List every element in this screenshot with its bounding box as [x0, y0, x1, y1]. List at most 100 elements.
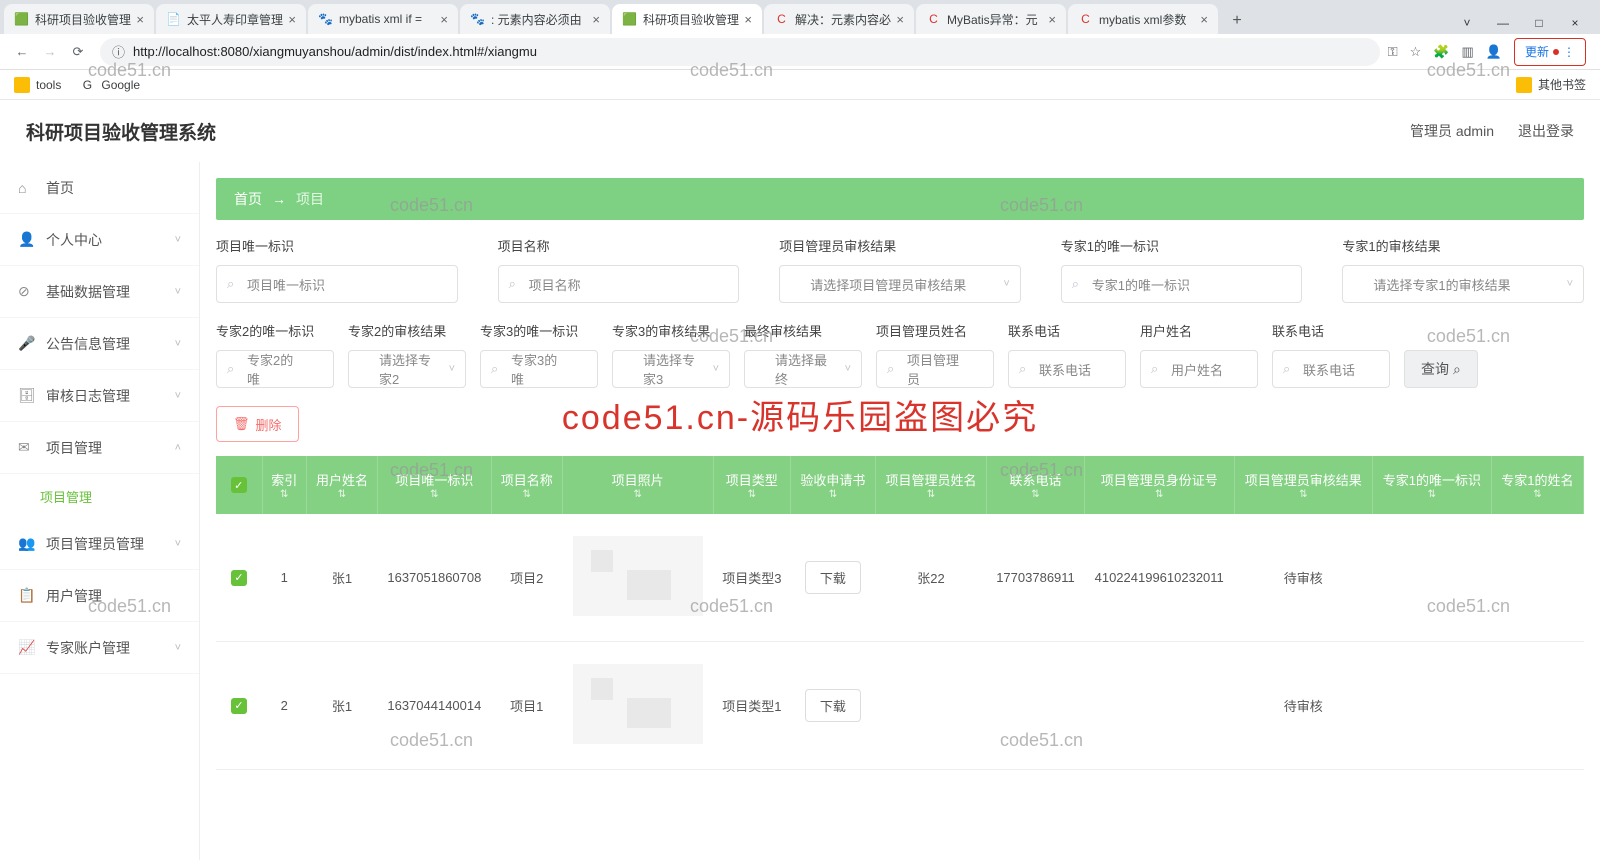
- sort-icon: ⇅: [386, 489, 483, 500]
- table-header[interactable]: 专家1的唯一标识⇅: [1372, 456, 1491, 514]
- extension-icon[interactable]: 🧩: [1433, 44, 1449, 60]
- download-button[interactable]: 下载: [805, 689, 861, 722]
- chevron-down-icon: ˅: [175, 234, 181, 246]
- forward-button[interactable]: →: [36, 38, 64, 66]
- table-header[interactable]: 用户姓名⇅: [306, 456, 377, 514]
- filter-input[interactable]: ⌕专家3的唯: [480, 350, 598, 388]
- filter-select[interactable]: 请选择专家2˅: [348, 350, 466, 388]
- app-title: 科研项目验收管理系统: [26, 118, 216, 145]
- search-button[interactable]: 查询 ⌕: [1404, 350, 1478, 388]
- sidebar-item[interactable]: 👥项目管理员管理˅: [0, 518, 199, 570]
- sidebar-item[interactable]: ✉项目管理˄: [0, 422, 199, 474]
- sort-icon: ⇅: [315, 489, 369, 500]
- close-icon[interactable]: ×: [136, 12, 144, 27]
- table-header[interactable]: 项目管理员身份证号⇅: [1084, 456, 1234, 514]
- close-icon[interactable]: ×: [288, 12, 296, 27]
- table-header[interactable]: 索引⇅: [262, 456, 306, 514]
- logout-link[interactable]: 退出登录: [1518, 121, 1574, 141]
- browser-tab[interactable]: CMyBatis异常：元×: [916, 4, 1066, 34]
- sidebar-item[interactable]: 📈专家账户管理˅: [0, 622, 199, 674]
- star-icon[interactable]: ☆: [1410, 44, 1422, 60]
- delete-button[interactable]: 🗑删除: [216, 406, 299, 442]
- url-input[interactable]: ⓘhttp://localhost:8080/xiangmuyanshou/ad…: [100, 38, 1380, 66]
- tab-dropdown-icon[interactable]: ˅: [1460, 16, 1474, 30]
- chevron-down-icon: ˅: [175, 338, 181, 350]
- filter-input[interactable]: ⌕项目名称: [498, 265, 740, 303]
- browser-tab[interactable]: 📄太平人寿印章管理×: [156, 4, 306, 34]
- sidebar-item[interactable]: 🗄审核日志管理˅: [0, 370, 199, 422]
- table-header[interactable]: 项目管理员审核结果⇅: [1234, 456, 1372, 514]
- search-icon: ⌕: [1151, 361, 1158, 377]
- browser-tab[interactable]: C解决：元素内容必×: [764, 4, 914, 34]
- filter-input[interactable]: ⌕联系电话: [1272, 350, 1390, 388]
- sort-icon: ⇅: [722, 489, 783, 500]
- close-icon[interactable]: ×: [1200, 12, 1208, 27]
- filter-select[interactable]: 请选择项目管理员审核结果˅: [779, 265, 1021, 303]
- table-header[interactable]: 联系电话⇅: [987, 456, 1085, 514]
- download-button[interactable]: 下载: [805, 561, 861, 594]
- current-user: 管理员 admin: [1410, 121, 1494, 141]
- sort-icon: ⇅: [500, 489, 554, 500]
- filter-select[interactable]: 请选择最终˅: [744, 350, 862, 388]
- table-header[interactable]: 项目管理员姓名⇅: [875, 456, 986, 514]
- search-icon: ⌕: [887, 361, 894, 377]
- filter-label: 最终审核结果: [744, 321, 862, 340]
- browser-tab[interactable]: 🐾: 元素内容必须由×: [460, 4, 610, 34]
- filter-input[interactable]: ⌕项目管理员: [876, 350, 994, 388]
- sidebar-sub-item[interactable]: 项目管理: [0, 474, 199, 518]
- checkbox[interactable]: ✓: [231, 477, 247, 493]
- browser-tab[interactable]: 🟩科研项目验收管理×: [4, 4, 154, 34]
- table-header[interactable]: 项目类型⇅: [713, 456, 791, 514]
- table-header[interactable]: 项目名称⇅: [491, 456, 562, 514]
- close-icon[interactable]: ×: [440, 12, 448, 27]
- app-header: 科研项目验收管理系统 管理员 admin 退出登录: [0, 100, 1600, 162]
- new-tab-button[interactable]: +: [1224, 8, 1250, 34]
- close-icon[interactable]: ×: [744, 12, 752, 27]
- close-window-icon[interactable]: ×: [1568, 16, 1582, 30]
- reading-list-icon[interactable]: ▥: [1462, 44, 1474, 60]
- update-button[interactable]: 更新⋮: [1514, 38, 1586, 66]
- filter-select[interactable]: 请选择专家1的审核结果˅: [1342, 265, 1584, 303]
- table-header[interactable]: 专家1的姓名⇅: [1491, 456, 1583, 514]
- tab-favicon: 🟩: [14, 12, 29, 27]
- tab-favicon: 🐾: [318, 12, 333, 27]
- image-placeholder: [573, 536, 703, 616]
- filter-label: 专家2的审核结果: [348, 321, 466, 340]
- bookmark-google[interactable]: GGoogle: [79, 77, 140, 93]
- reload-button[interactable]: ⟳: [64, 38, 92, 66]
- sidebar-item[interactable]: 🎤公告信息管理˅: [0, 318, 199, 370]
- key-icon[interactable]: ⚿: [1388, 44, 1398, 60]
- sort-icon: ⇅: [571, 489, 705, 500]
- filter-select[interactable]: 请选择专家3˅: [612, 350, 730, 388]
- checkbox[interactable]: ✓: [231, 570, 247, 586]
- sidebar-item[interactable]: 📋用户管理: [0, 570, 199, 622]
- sort-icon: ⇅: [995, 489, 1076, 500]
- bookmark-folder-tools[interactable]: tools: [14, 77, 61, 93]
- filter-input[interactable]: ⌕联系电话: [1008, 350, 1126, 388]
- table-header[interactable]: 项目唯一标识⇅: [378, 456, 492, 514]
- checkbox[interactable]: ✓: [231, 698, 247, 714]
- close-icon[interactable]: ×: [896, 12, 904, 27]
- breadcrumb-home[interactable]: 首页: [234, 189, 262, 209]
- maximize-icon[interactable]: □: [1532, 16, 1546, 30]
- filter-input[interactable]: ⌕用户姓名: [1140, 350, 1258, 388]
- back-button[interactable]: ←: [8, 38, 36, 66]
- browser-tab[interactable]: Cmybatis xml参数×: [1068, 4, 1218, 34]
- table-header[interactable]: 项目照片⇅: [562, 456, 713, 514]
- close-icon[interactable]: ×: [592, 12, 600, 27]
- sidebar-item[interactable]: 👤个人中心˅: [0, 214, 199, 266]
- table-header[interactable]: 验收申请书⇅: [791, 456, 876, 514]
- browser-tab-active[interactable]: 🟩科研项目验收管理×: [612, 4, 762, 34]
- sidebar-item[interactable]: ⊘基础数据管理˅: [0, 266, 199, 318]
- filter-input[interactable]: ⌕专家2的唯: [216, 350, 334, 388]
- filter-input[interactable]: ⌕项目唯一标识: [216, 265, 458, 303]
- filter-input[interactable]: ⌕专家1的唯一标识: [1061, 265, 1303, 303]
- table-header[interactable]: ✓: [216, 456, 262, 514]
- menu-icon: 📋: [18, 587, 34, 604]
- browser-tab[interactable]: 🐾mybatis xml if =×: [308, 4, 458, 34]
- profile-icon[interactable]: 👤: [1486, 44, 1502, 60]
- sidebar-item[interactable]: ⌂首页: [0, 162, 199, 214]
- minimize-icon[interactable]: —: [1496, 16, 1510, 30]
- close-icon[interactable]: ×: [1048, 12, 1056, 27]
- other-bookmarks[interactable]: 其他书签: [1538, 76, 1586, 93]
